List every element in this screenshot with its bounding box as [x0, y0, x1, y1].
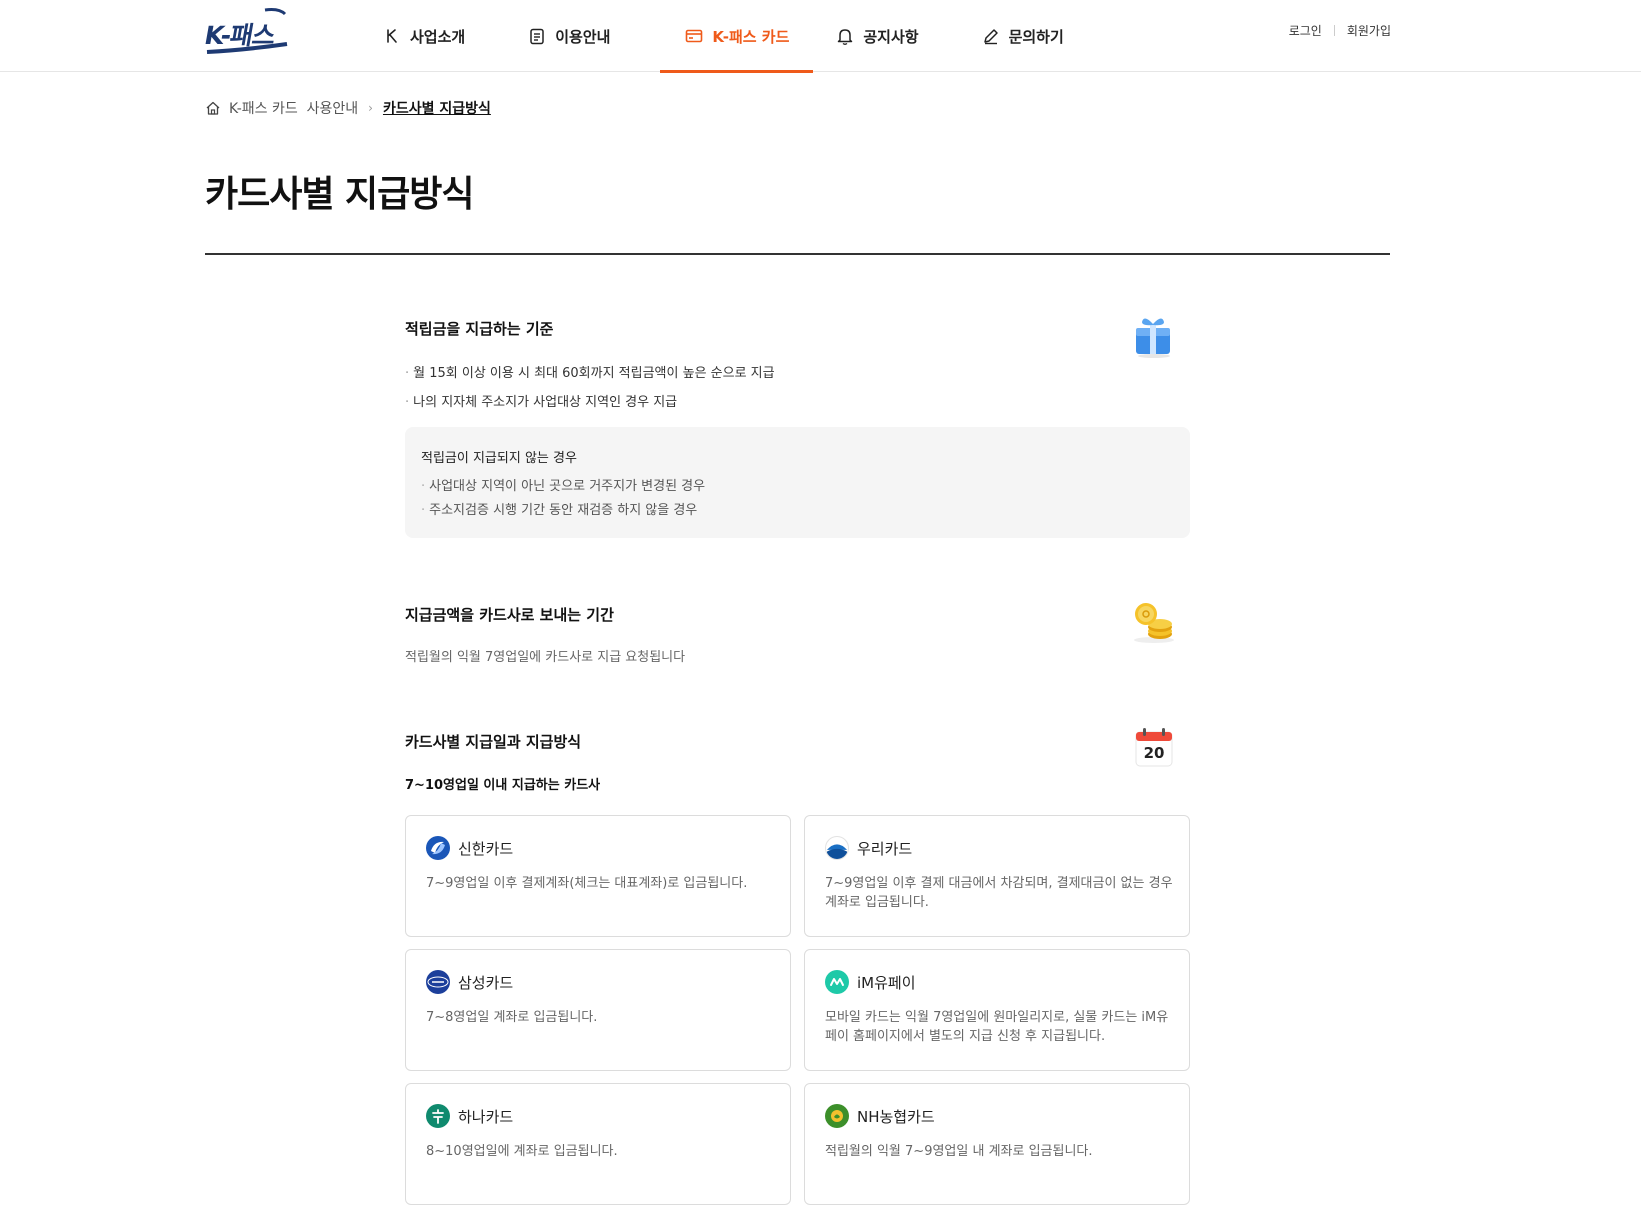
- im-upay-logo-icon: [825, 970, 849, 994]
- card-desc: 7~9영업일 이후 결제계좌(체크는 대표계좌)로 입금됩니다.: [426, 876, 748, 891]
- nh-logo-icon: [825, 1104, 849, 1128]
- criteria-bullet: · 나의 지자체 주소지가 사업대상 지역인 경우 지급: [405, 395, 678, 410]
- card-desc: 모바일 카드는 익월 7영업일에 원마일리지로, 실물 카드는 iM유페이 홈페…: [825, 1010, 1169, 1044]
- card-desc: 적립월의 익월 7~9영업일 내 계좌로 입금됩니다.: [825, 1144, 1093, 1159]
- methods-title: 카드사별 지급일과 지급방식: [405, 733, 582, 751]
- criteria-title: 적립금을 지급하는 기준: [405, 320, 554, 338]
- nav-label: K-패스 카드: [712, 27, 790, 46]
- auth-links: 로그인 회원가입: [1289, 22, 1391, 39]
- k-logo-icon: [382, 26, 402, 46]
- card-name: 우리카드: [857, 839, 913, 858]
- period-text: 적립월의 익월 7영업일에 카드사로 지급 요청됩니다: [405, 650, 686, 665]
- nav-label: 공지사항: [863, 27, 919, 46]
- nav-guide[interactable]: 이용안내: [515, 0, 622, 72]
- breadcrumb-parent[interactable]: K-패스 카드 사용안내: [229, 98, 358, 118]
- pencil-icon: [981, 26, 1001, 46]
- logo-text: K-패스: [202, 21, 277, 50]
- nav-label: 사업소개: [410, 27, 466, 46]
- card-woori: 우리카드 7~9영업일 이후 결제 대금에서 차감되며, 결제대금이 없는 경우…: [804, 815, 1190, 937]
- card-im-upay: iM유페이 모바일 카드는 익월 7영업일에 원마일리지로, 실물 카드는 iM…: [804, 949, 1190, 1071]
- bell-icon: [835, 26, 855, 46]
- card-desc: 7~9영업일 이후 결제 대금에서 차감되며, 결제대금이 없는 경우 계좌로 …: [825, 876, 1173, 910]
- exception-notice-box: 적립금이 지급되지 않는 경우 · 사업대상 지역이 아닌 곳으로 거주지가 변경…: [405, 427, 1190, 538]
- coins-icon: [1134, 603, 1174, 643]
- shinhan-logo-icon: [426, 836, 450, 860]
- site-header: K-패스 사업소개 이용안내 K-패스 카드 공지사항 문의하기 로그인 회원가…: [0, 0, 1641, 73]
- exception-title: 적립금이 지급되지 않는 경우: [421, 451, 577, 466]
- group-title: 7~10영업일 이내 지급하는 카드사: [405, 778, 601, 793]
- nav-notice[interactable]: 공지사항: [823, 0, 930, 72]
- criteria-bullet: · 월 15회 이상 이용 시 최대 60회까지 적립금액이 높은 순으로 지급: [405, 366, 775, 381]
- card-desc: 7~8영업일 계좌로 입금됩니다.: [426, 1010, 598, 1025]
- nav-kpass-card[interactable]: K-패스 카드: [660, 0, 814, 73]
- breadcrumb: K-패스 카드 사용안내 › 카드사별 지급방식: [205, 98, 491, 118]
- card-hana: 하나카드 8~10영업일에 계좌로 입금됩니다.: [405, 1083, 791, 1205]
- k-pass-logo[interactable]: K-패스: [202, 6, 289, 58]
- card-name: NH농협카드: [857, 1107, 935, 1126]
- card-icon: [684, 26, 704, 46]
- main-nav: 사업소개 이용안내 K-패스 카드 공지사항 문의하기: [370, 0, 1076, 73]
- card-name: iM유페이: [857, 973, 916, 992]
- card-name: 삼성카드: [458, 973, 514, 992]
- breadcrumb-current[interactable]: 카드사별 지급방식: [383, 98, 491, 118]
- calendar-icon: 20: [1130, 724, 1178, 772]
- period-title: 지급금액을 카드사로 보내는 기간: [405, 606, 614, 624]
- card-shinhan: 신한카드 7~9영업일 이후 결제계좌(체크는 대표계좌)로 입금됩니다.: [405, 815, 791, 937]
- signup-link[interactable]: 회원가입: [1347, 22, 1391, 39]
- card-name: 하나카드: [458, 1107, 514, 1126]
- exception-item: · 주소지검증 시행 기간 동안 재검증 하지 않을 경우: [421, 503, 698, 518]
- nav-label: 문의하기: [1008, 27, 1064, 46]
- page-title: 카드사별 지급방식: [205, 174, 474, 215]
- home-icon[interactable]: [205, 100, 221, 116]
- calendar-day: 20: [1143, 744, 1165, 762]
- card-nh: NH농협카드 적립월의 익월 7~9영업일 내 계좌로 입금됩니다.: [804, 1083, 1190, 1205]
- title-divider: [205, 253, 1390, 255]
- card-desc: 8~10영업일에 계좌로 입금됩니다.: [426, 1144, 618, 1159]
- nav-about[interactable]: 사업소개: [370, 0, 477, 72]
- chevron-right-icon: ›: [368, 101, 373, 115]
- hana-logo-icon: [426, 1104, 450, 1128]
- woori-logo-icon: [825, 836, 849, 860]
- divider: [1333, 25, 1335, 36]
- card-samsung: 삼성카드 7~8영업일 계좌로 입금됩니다.: [405, 949, 791, 1071]
- card-name: 신한카드: [458, 839, 514, 858]
- clipboard-icon: [527, 26, 547, 46]
- samsung-logo-icon: [426, 970, 450, 994]
- nav-label: 이용안내: [555, 27, 611, 46]
- login-link[interactable]: 로그인: [1289, 22, 1322, 39]
- nav-inquiry[interactable]: 문의하기: [969, 0, 1076, 72]
- exception-item: · 사업대상 지역이 아닌 곳으로 거주지가 변경된 경우: [421, 479, 706, 494]
- gift-box-icon: [1136, 318, 1170, 358]
